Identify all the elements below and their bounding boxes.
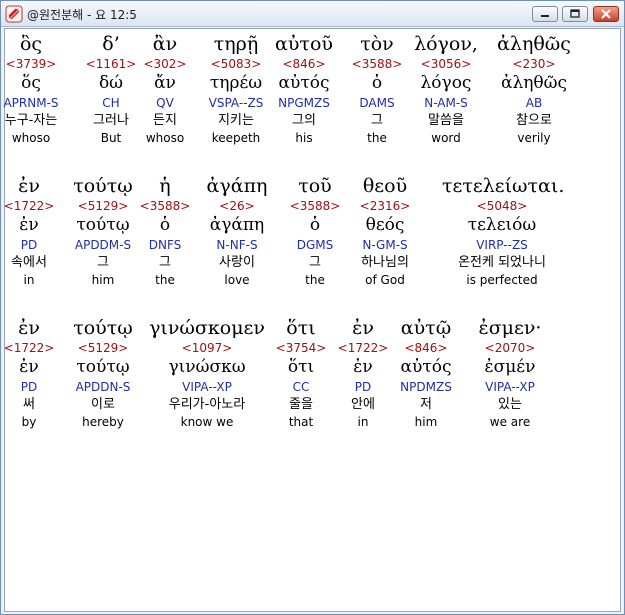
minimize-button[interactable] (532, 6, 558, 22)
greek-text: ἐσμεν· (478, 317, 542, 339)
close-icon (601, 9, 611, 19)
english-text: of God (365, 273, 405, 287)
parse-text: VIRP--ZS (476, 238, 528, 252)
lemma-text: ἐσμέν (484, 357, 536, 377)
korean-text: 온전케 되었나니 (458, 255, 546, 270)
lemma-text: θεός (365, 215, 405, 235)
english-text: is perfected (466, 273, 538, 287)
strong-text: <2316> (359, 199, 411, 213)
strong-text: <230> (512, 57, 556, 71)
greek-text: θεοῦ (362, 175, 408, 197)
lemma-text: τελειόω (467, 215, 537, 235)
parse-text: APDDN-S (75, 380, 131, 394)
strong-text: <5129> (77, 341, 129, 355)
strong-text: <2070> (484, 341, 536, 355)
parse-text: VIPA--XP (485, 380, 535, 394)
greek-text: τούτῳ (73, 317, 133, 339)
lemma-text: τούτῳ (76, 357, 130, 377)
korean-text: 있는 (498, 397, 522, 412)
app-window: @원전분해 - 요 12:5 ὃς <3739> ὅς APRNM-S 누구-자는 who… (0, 0, 625, 615)
close-button[interactable] (593, 6, 619, 22)
greek-text: τετελείωται. (442, 175, 565, 197)
english-text: verily (517, 131, 551, 145)
minimize-icon (541, 15, 549, 17)
korean-text: 이로 (91, 397, 115, 412)
korean-text: 하나님의 (361, 255, 409, 270)
interlinear-panel[interactable]: ὃς <3739> ὅς APRNM-S 누구-자는 whoso δ’ <1161> δώ CH 그… (3, 28, 621, 612)
maximize-icon (570, 9, 580, 18)
strong-text: <5048> (476, 199, 528, 213)
maximize-button[interactable] (562, 6, 588, 22)
parse-text: AB (525, 96, 543, 110)
title-bar[interactable]: @원전분해 - 요 12:5 (1, 1, 624, 27)
lemma-text: ἀληθῶς (500, 73, 568, 93)
window-title: @원전분해 - 요 12:5 (27, 8, 137, 22)
korean-text: 참으로 (516, 113, 552, 128)
english-text: hereby (82, 415, 124, 429)
greek-text: ἀληθῶς (497, 33, 571, 55)
english-text: we are (489, 415, 531, 429)
bible-app-icon[interactable] (5, 5, 23, 23)
parse-text: N-GM-S (362, 238, 408, 252)
